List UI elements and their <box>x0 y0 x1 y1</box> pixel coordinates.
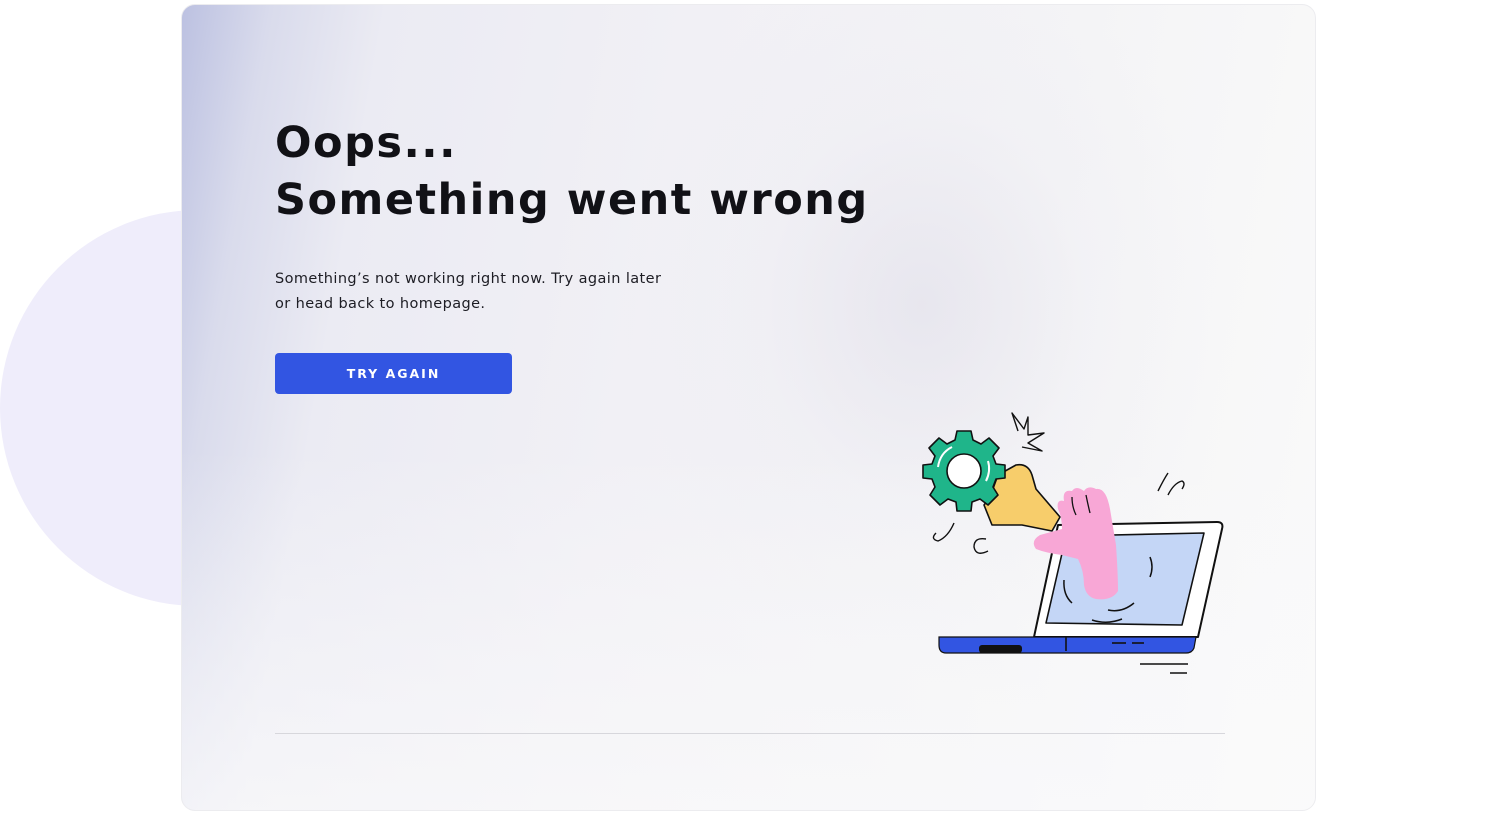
broken-laptop-repair-icon <box>922 412 1224 674</box>
title-line-something-went-wrong: Something went wrong <box>275 175 869 225</box>
error-message: Something’s not working right now. Try a… <box>275 271 662 312</box>
error-card: Oops... Something went wrong Something’s… <box>181 4 1316 811</box>
footer-divider <box>275 733 1225 734</box>
try-again-button[interactable]: TRY AGAIN <box>275 353 512 394</box>
page-title: Oops... Something went wrong <box>275 115 869 229</box>
title-line-oops: Oops... <box>275 118 457 168</box>
